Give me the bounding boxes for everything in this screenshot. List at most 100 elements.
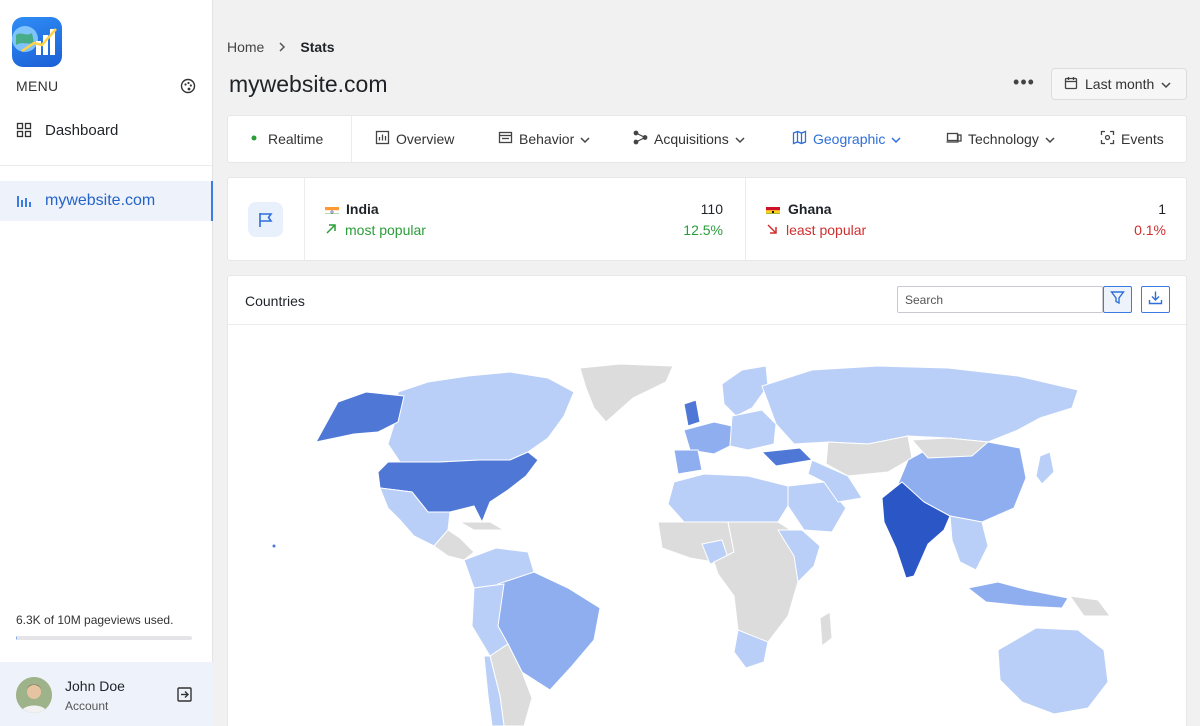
date-range-label: Last month	[1085, 76, 1155, 92]
map-country-japan[interactable]	[1035, 451, 1055, 485]
chart-icon	[375, 130, 390, 148]
map-icon	[792, 130, 807, 148]
breadcrumb-home[interactable]: Home	[227, 39, 264, 55]
map-country-scandinavia[interactable]	[721, 365, 769, 417]
least-popular-text: least popular	[786, 222, 867, 238]
chevron-down-icon	[580, 131, 590, 147]
page-title: mywebsite.com	[229, 71, 388, 97]
most-popular-country: India	[346, 201, 379, 217]
breadcrumb: Home Stats	[227, 39, 335, 55]
browser-icon	[498, 130, 513, 148]
least-popular-percent: 0.1%	[1134, 222, 1166, 238]
app-logo[interactable]	[12, 17, 62, 67]
map-country-hawaii[interactable]	[271, 543, 277, 549]
map-country-europe-west[interactable]	[683, 421, 733, 455]
map-country-indonesia[interactable]	[966, 581, 1069, 609]
tab-technology[interactable]: Technology	[946, 116, 1055, 162]
logout-icon[interactable]	[176, 686, 193, 703]
sidebar-item-mywebsite[interactable]: mywebsite.com	[0, 181, 213, 221]
target-icon	[1100, 130, 1115, 148]
chevron-down-icon	[891, 131, 901, 147]
map-country-europe-east[interactable]	[729, 409, 777, 451]
map-country-australia[interactable]	[997, 627, 1109, 715]
map-country-north-africa[interactable]	[667, 473, 789, 523]
flag-icon	[248, 202, 283, 237]
countries-title: Countries	[245, 293, 305, 309]
sidebar-divider	[0, 165, 212, 166]
palette-icon[interactable]	[180, 78, 196, 94]
usage-text: 6.3K of 10M pageviews used.	[16, 613, 174, 627]
most-popular-percent: 12.5%	[683, 222, 723, 238]
sidebar-item-label: mywebsite.com	[45, 192, 156, 209]
chevron-right-icon	[278, 39, 286, 55]
chevron-down-icon	[1045, 131, 1055, 147]
avatar[interactable]	[16, 677, 52, 713]
chevron-down-icon	[1161, 76, 1171, 92]
world-choropleth-map[interactable]	[228, 326, 1186, 726]
calendar-icon	[1064, 76, 1078, 93]
most-popular-label: most popular	[325, 222, 426, 238]
tab-divider	[351, 116, 352, 162]
tab-overview[interactable]: Overview	[375, 116, 454, 162]
menu-header: MENU	[16, 77, 196, 95]
india-flag-icon	[325, 204, 339, 214]
map-country-papua-new-guinea[interactable]	[1068, 595, 1111, 617]
sidebar-item-label: Dashboard	[45, 121, 119, 139]
most-popular-text: most popular	[345, 222, 426, 238]
map-country-southeast-asia[interactable]	[949, 515, 989, 571]
tab-label: Realtime	[268, 131, 324, 147]
map-country-madagascar[interactable]	[819, 611, 833, 647]
least-popular-label: least popular	[766, 222, 866, 238]
usage-progress	[16, 636, 192, 640]
map-country-turkey[interactable]	[760, 447, 814, 467]
tab-behavior[interactable]: Behavior	[498, 116, 590, 162]
tab-label: Behavior	[519, 131, 575, 147]
map-country-cuba[interactable]	[458, 521, 506, 531]
tab-label: Acquisitions	[654, 131, 729, 147]
tab-label: Technology	[968, 131, 1039, 147]
user-panel[interactable]: John Doe Account	[0, 662, 213, 726]
tab-geographic[interactable]: Geographic	[792, 116, 901, 162]
devices-icon	[946, 130, 962, 148]
download-icon	[1148, 290, 1163, 310]
date-range-button[interactable]: Last month	[1051, 68, 1187, 100]
stats-tabs: Realtime Overview Behavior Acquisitions …	[227, 115, 1187, 163]
card-divider	[745, 178, 746, 260]
user-role: Account	[65, 699, 109, 713]
map-country-greenland[interactable]	[579, 363, 674, 423]
arrow-down-right-icon	[766, 222, 778, 238]
user-name: John Doe	[65, 678, 125, 694]
popularity-card: India most popular 110 12.5% Ghana least…	[227, 177, 1187, 261]
map-country-spain[interactable]	[673, 449, 703, 475]
breadcrumb-current: Stats	[300, 39, 335, 55]
live-dot-icon	[250, 131, 262, 147]
more-options-icon[interactable]: •••	[1013, 73, 1035, 93]
search-input[interactable]	[897, 286, 1103, 313]
card-divider	[304, 178, 305, 260]
map-country-russia[interactable]	[761, 365, 1079, 445]
grid-icon	[16, 122, 32, 138]
least-popular-count: 1	[1158, 201, 1166, 217]
map-country-uk[interactable]	[683, 399, 701, 427]
sidebar: MENU Dashboard mywebsite.com 6.3K of 10M…	[0, 0, 213, 726]
usage-progress-fill	[16, 636, 18, 640]
tab-label: Overview	[396, 131, 455, 147]
tab-label: Events	[1121, 131, 1164, 147]
arrow-up-right-icon	[325, 222, 337, 238]
tab-events[interactable]: Events	[1100, 116, 1164, 162]
download-button[interactable]	[1141, 286, 1170, 313]
nodes-icon	[633, 130, 648, 148]
chevron-down-icon	[735, 131, 745, 147]
countries-card: Countries	[227, 275, 1187, 726]
most-popular-count: 110	[700, 201, 723, 217]
menu-label: MENU	[16, 78, 59, 94]
tab-realtime[interactable]: Realtime	[250, 116, 323, 162]
map-country-canada[interactable]	[387, 371, 575, 463]
least-popular-country: Ghana	[788, 201, 832, 217]
ghana-flag-icon	[766, 204, 780, 214]
tab-label: Geographic	[813, 131, 886, 147]
sidebar-item-dashboard[interactable]: Dashboard	[0, 110, 213, 150]
card-header-divider	[228, 324, 1186, 325]
tab-acquisitions[interactable]: Acquisitions	[633, 116, 745, 162]
filter-button[interactable]	[1103, 286, 1132, 313]
